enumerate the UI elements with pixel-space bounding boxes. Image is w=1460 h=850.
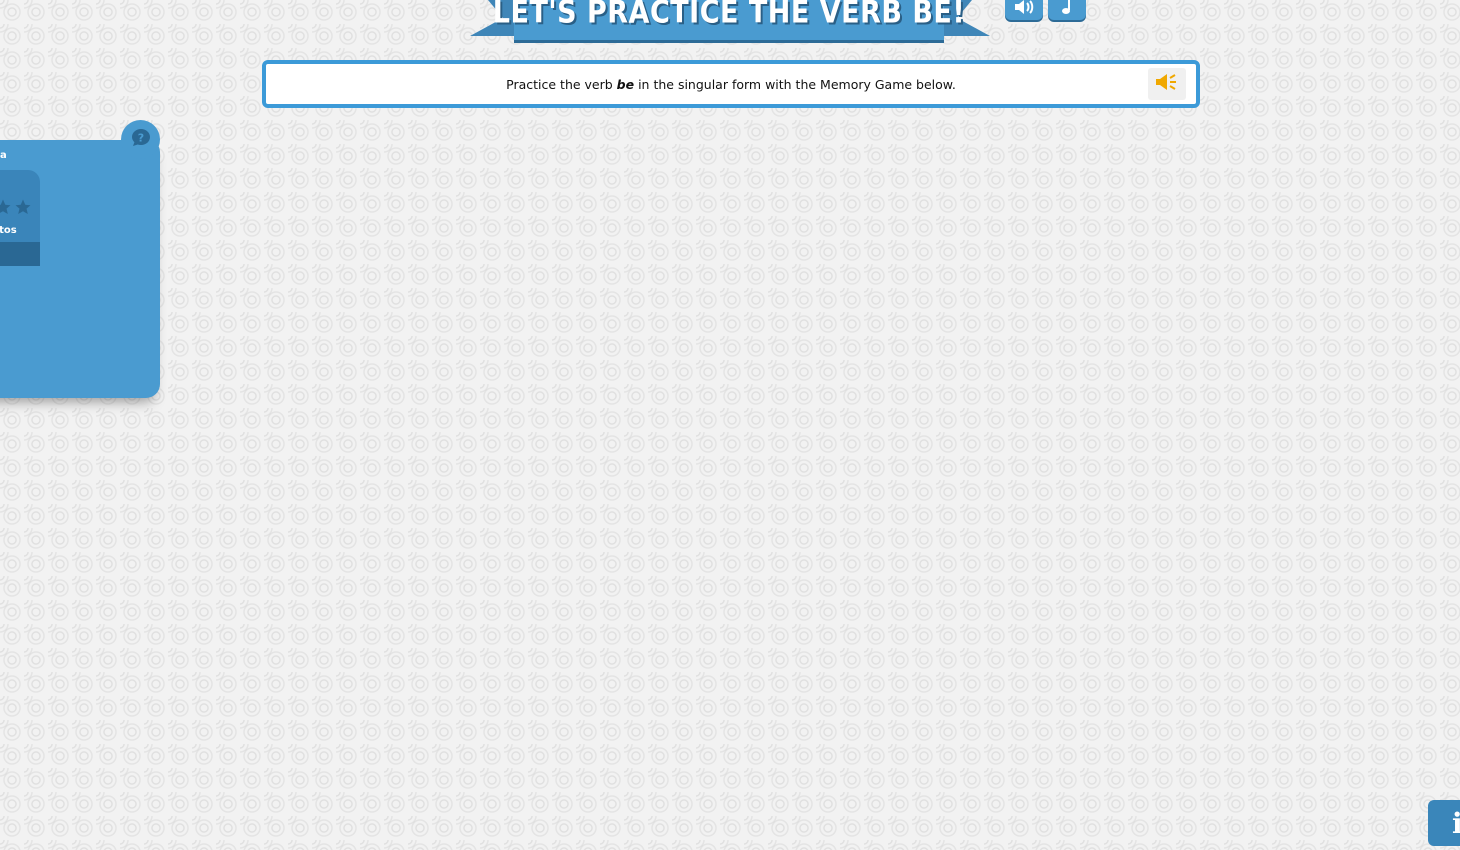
panel-label: a <box>0 150 7 161</box>
star-icon <box>14 198 32 220</box>
star-icon <box>0 198 12 220</box>
instruction-text-after: in the singular form with the Memory Gam… <box>634 76 956 92</box>
info-button[interactable]: i <box>1428 800 1460 846</box>
instruction-verb: be <box>616 76 635 92</box>
speaker-icon <box>1154 72 1180 96</box>
page-title: LET'S PRACTICE THE VERB BE! <box>492 0 966 31</box>
instruction-text-before: Practice the verb <box>506 76 617 92</box>
svg-text:?: ? <box>137 131 143 144</box>
score-label: ntos <box>0 225 17 236</box>
help-button[interactable]: ? <box>121 120 160 159</box>
volume-icon <box>1013 0 1035 15</box>
music-note-icon <box>1060 0 1074 16</box>
score-card: ntos <box>0 170 40 266</box>
instruction-text: Practice the verb be in the singular for… <box>506 77 956 92</box>
stars <box>0 198 32 220</box>
play-instruction-audio-button[interactable] <box>1148 68 1186 100</box>
score-bar <box>0 242 40 266</box>
music-toggle-button[interactable] <box>1048 0 1086 20</box>
title-ribbon: LET'S PRACTICE THE VERB BE! <box>470 0 990 44</box>
question-bubble-icon: ? <box>130 127 152 153</box>
sound-toggle-button[interactable] <box>1005 0 1043 20</box>
ribbon-banner: LET'S PRACTICE THE VERB BE! <box>493 0 965 40</box>
instruction-bar: Practice the verb be in the singular for… <box>262 60 1200 108</box>
